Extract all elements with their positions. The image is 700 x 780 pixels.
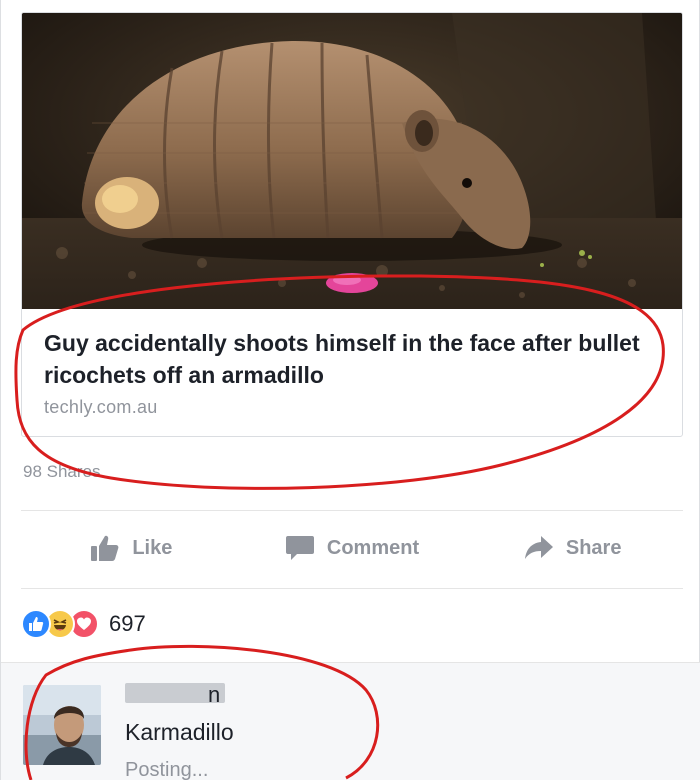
reaction-icons <box>21 609 99 639</box>
action-bar: Like Comment Share <box>21 522 683 574</box>
link-preview-card[interactable]: Guy accidentally shoots himself in the f… <box>21 12 683 437</box>
reactions-summary[interactable]: 697 <box>21 604 146 644</box>
like-button[interactable]: Like <box>21 534 242 562</box>
share-arrow-icon <box>524 536 553 559</box>
link-domain: techly.com.au <box>44 397 158 417</box>
divider <box>21 588 683 589</box>
divider <box>21 510 683 511</box>
facebook-post: Guy accidentally shoots himself in the f… <box>0 0 700 780</box>
link-title[interactable]: Guy accidentally shoots himself in the f… <box>44 327 669 391</box>
reaction-count: 697 <box>109 611 146 636</box>
comment-text: Karmadillo <box>125 719 234 745</box>
share-button[interactable]: Share <box>462 535 683 561</box>
commenter-name[interactable]: n <box>208 683 220 707</box>
comment-label: Comment <box>326 536 420 559</box>
comment-section: n Karmadillo Posting... <box>1 662 700 780</box>
thumbs-up-icon <box>91 535 119 561</box>
avatar[interactable] <box>23 685 101 765</box>
like-reaction-icon <box>21 609 51 639</box>
link-text-block: Guy accidentally shoots himself in the f… <box>44 327 669 418</box>
like-label: Like <box>132 536 173 559</box>
share-label: Share <box>565 536 622 559</box>
armadillo-photo <box>22 13 682 309</box>
share-count[interactable]: 98 Shares <box>23 462 101 482</box>
comment-button[interactable]: Comment <box>242 534 463 562</box>
comment-bubble-icon <box>285 536 314 560</box>
posting-status: Posting... <box>125 759 209 780</box>
